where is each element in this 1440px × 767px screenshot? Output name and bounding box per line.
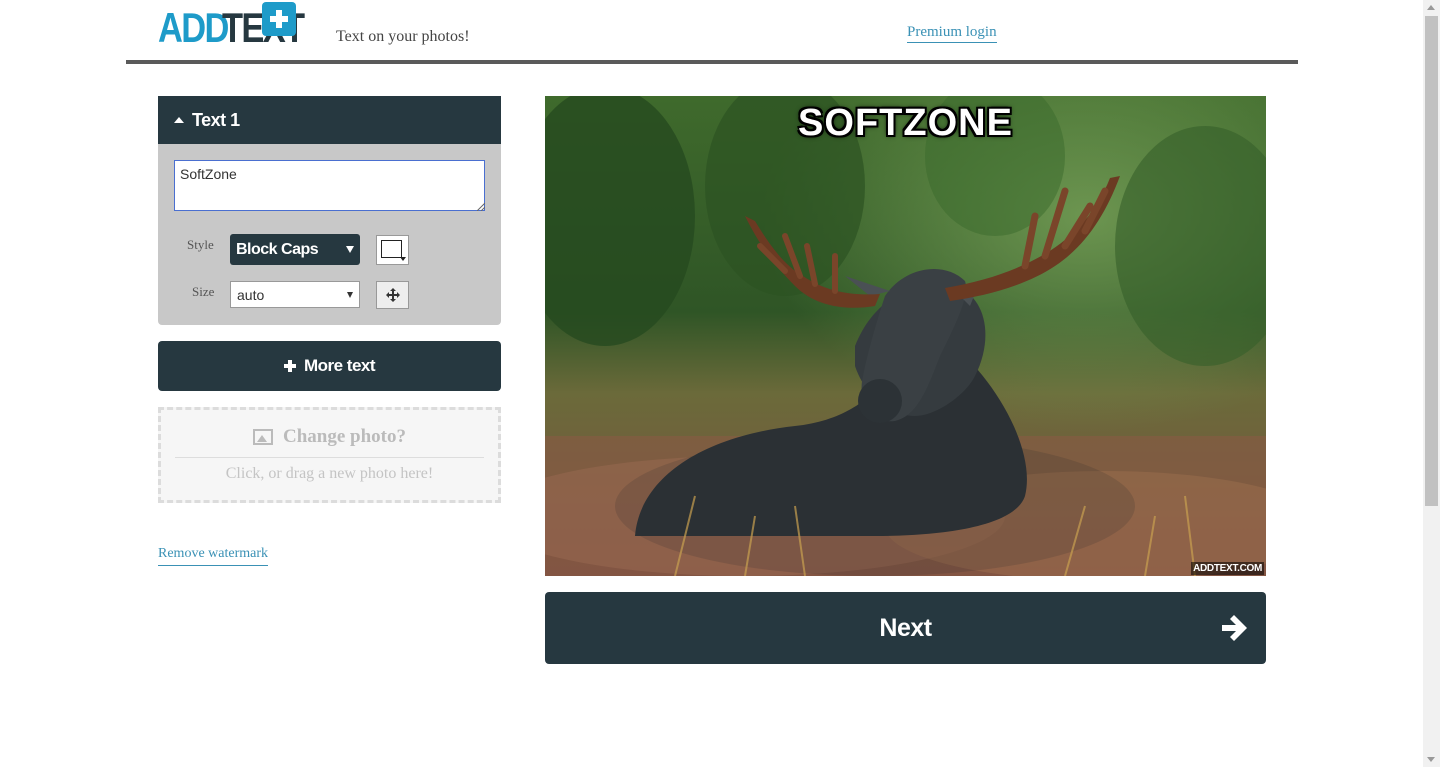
premium-login-link[interactable]: Premium login (907, 24, 997, 43)
watermark: ADDTEXT.COM (1191, 562, 1264, 575)
change-photo-dropzone[interactable]: Change photo? Click, or drag a new photo… (158, 407, 501, 503)
next-label: Next (879, 614, 932, 642)
text-panel-body: SoftZone Style Block Caps Size auto (158, 144, 501, 325)
arrow-right-icon (1222, 615, 1247, 641)
change-photo-title: Change photo? (283, 426, 406, 447)
move-icon (385, 288, 400, 302)
text-panel-title: Text 1 (192, 109, 240, 130)
move-text-button[interactable] (376, 281, 409, 309)
next-button[interactable]: Next (545, 592, 1266, 664)
remove-watermark-link[interactable]: Remove watermark (158, 546, 269, 566)
image-icon (253, 429, 273, 445)
more-text-label: More text (303, 356, 376, 375)
style-select[interactable]: Block Caps (230, 234, 360, 265)
caret-down-icon (400, 257, 406, 261)
site-header: ADD TEXT Text on your photos! Premium lo… (126, 0, 1298, 64)
style-label: Style (187, 237, 214, 252)
text-input[interactable]: SoftZone (174, 160, 485, 211)
caret-up-icon (174, 117, 184, 123)
more-text-button[interactable]: More text (158, 341, 501, 391)
size-label: Size (192, 284, 215, 299)
plus-icon (283, 360, 296, 372)
color-picker-button[interactable] (376, 235, 409, 265)
change-photo-title-row: Change photo? (161, 426, 498, 448)
moose-photo (545, 96, 1266, 576)
plus-logo-icon (262, 2, 296, 36)
overlay-text[interactable]: SOFTZONE (545, 102, 1266, 145)
scroll-thumb[interactable] (1425, 16, 1438, 506)
photo-preview: SOFTZONE ADDTEXT.COM (545, 96, 1266, 576)
scroll-down-icon[interactable] (1427, 757, 1435, 762)
color-swatch (381, 240, 402, 258)
style-value: Block Caps (236, 240, 319, 258)
logo-add-text: ADD (158, 4, 229, 51)
size-select[interactable]: auto (230, 281, 360, 308)
resize-grip-icon[interactable] (477, 203, 485, 211)
tagline: Text on your photos! (336, 28, 470, 45)
scroll-up-icon[interactable] (1427, 5, 1435, 10)
size-value: auto (237, 286, 265, 303)
logo[interactable]: ADD TEXT (158, 4, 321, 51)
dropdown-arrow-icon (346, 246, 354, 253)
scrollbar[interactable] (1423, 0, 1440, 767)
dropdown-arrow-icon (347, 292, 353, 298)
text-panel-header[interactable]: Text 1 (158, 96, 501, 144)
divider (175, 457, 484, 458)
change-photo-subtitle: Click, or drag a new photo here! (225, 465, 434, 482)
